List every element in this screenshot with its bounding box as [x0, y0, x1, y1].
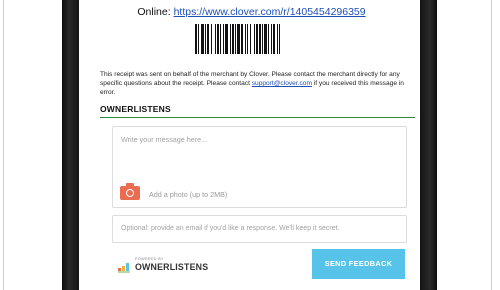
message-placeholder: Write your message here... [121, 135, 208, 144]
camera-icon[interactable] [120, 183, 140, 200]
online-label: Online: [137, 6, 171, 18]
message-textarea[interactable]: Write your message here... Add a photo (… [112, 126, 407, 208]
email-field[interactable]: Optional: provide an email if you'd like… [112, 215, 407, 243]
email-placeholder: Optional: provide an email if you'd like… [121, 225, 340, 232]
receipt-url-link[interactable]: https://www.clover.com/r/1405454296359 [174, 6, 366, 18]
powered-by-label: POWERED BY [135, 257, 164, 261]
online-receipt-line: Online: https://www.clover.com/r/1405454… [88, 6, 415, 18]
add-photo-link[interactable]: Add a photo (up to 2MB) [149, 190, 227, 199]
outer-border-right [491, 0, 492, 290]
barcode-icon [195, 24, 280, 54]
ownerlistens-logo-icon [118, 263, 130, 273]
send-feedback-button[interactable]: SEND FEEDBACK [312, 249, 405, 279]
device-bezel-right [420, 0, 437, 290]
outer-border-left [3, 0, 4, 290]
receipt-screen: Online: https://www.clover.com/r/1405454… [88, 0, 415, 290]
receipt-notice: This receipt was sent on behalf of the m… [100, 70, 412, 97]
support-email-link[interactable]: support@clover.com [252, 80, 312, 87]
device-bezel-left [62, 0, 79, 290]
section-divider [100, 117, 415, 118]
brand-name: OWNERLISTENS [135, 262, 209, 272]
ownerlistens-section-title: OWNERLISTENS [100, 104, 171, 114]
